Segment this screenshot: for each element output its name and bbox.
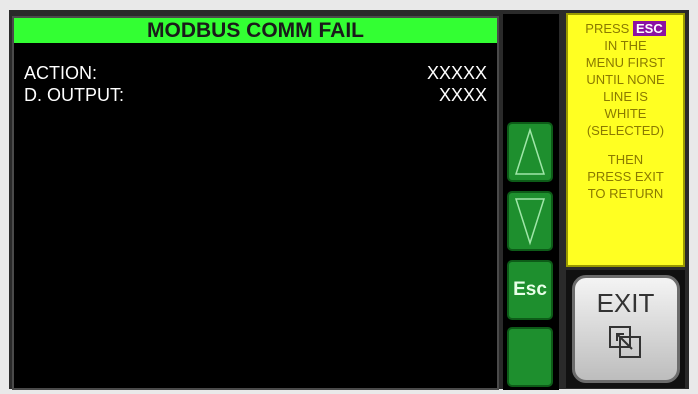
main-panel: MODBUS COMM FAIL ACTION: XXXXX D. OUTPUT… — [12, 16, 499, 390]
up-triangle-icon — [514, 127, 546, 175]
page-title: MODBUS COMM FAIL — [14, 18, 497, 43]
scroll-up-button[interactable] — [507, 122, 553, 182]
help-line-4: UNTIL NONE — [586, 72, 665, 87]
help-line-2: IN THE — [604, 38, 647, 53]
esc-button[interactable]: Esc — [507, 260, 553, 320]
action-value: XXXXX — [426, 63, 487, 83]
action-label: ACTION: — [24, 63, 98, 83]
help-panel: PRESS ESC IN THE MENU FIRST UNTIL NONE L… — [566, 13, 685, 267]
help-line-1: PRESS ESC — [568, 20, 683, 37]
scroll-down-button[interactable] — [507, 191, 553, 251]
help-line-10: TO RETURN — [587, 186, 664, 201]
output-row: D. OUTPUT: XXXX — [24, 85, 487, 105]
exit-label: EXIT — [596, 288, 655, 318]
help-line-6: WHITE — [604, 106, 647, 121]
output-label: D. OUTPUT: — [24, 85, 125, 105]
down-triangle-icon — [514, 198, 546, 246]
output-value: XXXX — [438, 85, 487, 105]
blank-button[interactable] — [507, 327, 553, 387]
exit-area: EXIT — [566, 270, 685, 388]
help-gap — [568, 139, 683, 151]
action-row: ACTION: XXXXX — [24, 63, 487, 83]
help-line-8: THEN — [607, 152, 644, 167]
help-line-5: LINE IS — [603, 89, 648, 104]
help-line-3: MENU FIRST — [585, 55, 666, 70]
navigation-column: Esc — [503, 14, 559, 390]
help-line-7: (SELECTED) — [586, 123, 665, 138]
help-press-text: PRESS — [585, 21, 630, 36]
exit-button[interactable]: EXIT — [571, 275, 680, 383]
esc-badge: ESC — [632, 21, 666, 36]
help-line-9: PRESS EXIT — [587, 169, 664, 184]
window-return-icon — [606, 319, 646, 368]
